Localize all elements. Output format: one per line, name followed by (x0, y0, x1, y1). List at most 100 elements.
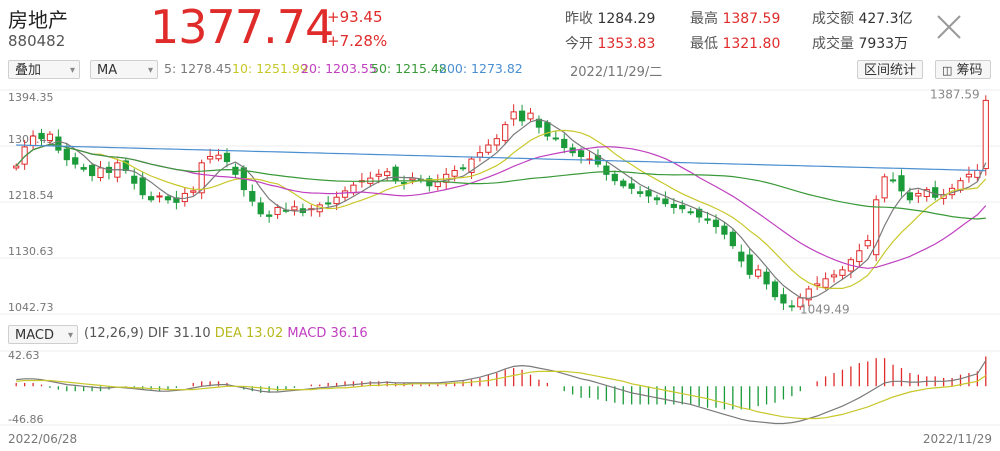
candle-body (628, 183, 635, 189)
candle-body (164, 196, 172, 201)
candle-body (274, 206, 281, 215)
dif-label: DIF (147, 326, 170, 341)
close-icon[interactable] (935, 13, 963, 41)
candle-body (611, 173, 618, 182)
candle-body (266, 214, 273, 217)
candle-body (822, 278, 829, 288)
ma-value-item: 200: 1273.82 (439, 61, 523, 76)
macd-params: (12,26,9) (84, 326, 144, 341)
candle-body (881, 176, 888, 199)
stat-label: 成交额 (812, 11, 859, 27)
candle-body (620, 180, 627, 187)
candle-body (856, 250, 863, 263)
candle-body (982, 99, 989, 170)
candle-body (350, 184, 357, 194)
stock-code: 880482 (8, 32, 66, 50)
candle-body (46, 133, 54, 142)
dif-value: 31.10 (173, 326, 211, 341)
candle-body (780, 294, 787, 304)
stat-label: 成交量 (812, 36, 859, 52)
candle-body (257, 202, 264, 215)
dif-line (16, 360, 987, 425)
stat-item: 昨收 1284.29 (565, 8, 655, 28)
candle-body (131, 175, 138, 184)
candle-body (704, 218, 711, 221)
price-tick-label: 1394.35 (8, 91, 54, 104)
candle-body (636, 191, 644, 194)
candle-body (864, 240, 871, 247)
candlestick-chart[interactable]: 1394.351306.451218.541130.631042.731387.… (0, 82, 1000, 322)
candle-body (147, 196, 155, 201)
candle-body (738, 251, 745, 262)
candle-body (139, 177, 146, 196)
dea-label: DEA (214, 326, 242, 341)
x-end-label: 2022/11/29 (922, 432, 992, 446)
stat-value: 1353.83 (597, 36, 656, 52)
candle-body (603, 165, 610, 175)
candle-body (190, 190, 197, 193)
candle-body (729, 231, 736, 247)
candle-body (55, 136, 62, 151)
candle-body (755, 269, 762, 277)
price-tick-label: 1218.54 (8, 189, 54, 202)
ma-value-item: 50: 1215.48 (371, 61, 447, 76)
ma-label: MA (97, 63, 118, 78)
stat-label: 最高 (690, 11, 723, 27)
ma-line (15, 143, 986, 220)
ma-value-item: 5: 1278.45 (164, 61, 232, 76)
macd-label: MACD (287, 326, 327, 341)
cursor-date: 2022/11/29/二 (570, 65, 663, 80)
candle-body (839, 269, 846, 276)
toggle-icon: ◫ (942, 64, 953, 77)
candle-body (746, 254, 753, 275)
ma-dropdown[interactable]: MA ▾ (90, 60, 158, 79)
candle-body (97, 167, 104, 178)
price-tick-label: 1130.63 (8, 245, 54, 258)
candle-body (712, 219, 720, 228)
candle-body (527, 112, 534, 120)
candle-body (341, 190, 349, 198)
candle-body (232, 166, 239, 175)
ma-value-item: 10: 1251.99 (232, 61, 308, 76)
overlay-label: 叠加 (15, 63, 42, 78)
candle-body (889, 179, 897, 182)
candle-body (830, 274, 838, 278)
macd-chart[interactable]: 42.63 -46.86 (0, 345, 1000, 430)
candle-body (679, 205, 686, 210)
candle-body (325, 202, 332, 205)
macd-dropdown[interactable]: MACD ▾ (8, 325, 78, 344)
stat-value: 1321.80 (722, 36, 781, 52)
range-stats-button[interactable]: 区间统计 (857, 60, 924, 79)
chevron-down-icon: ▾ (69, 65, 75, 76)
stat-item: 成交量 7933万 (812, 33, 908, 53)
candle-body (906, 192, 914, 201)
candle-body (80, 167, 87, 170)
stat-value: 7933万 (858, 36, 909, 52)
stat-item: 最高 1387.59 (690, 8, 780, 28)
candle-body (72, 157, 79, 165)
chips-label: 筹码 (956, 63, 983, 78)
dea-line (16, 370, 987, 420)
candle-body (687, 211, 694, 214)
stat-label: 最低 (690, 36, 723, 52)
price-change-pct: +7.28% (327, 32, 388, 50)
candle-body (653, 197, 661, 201)
stat-value: 1284.29 (597, 11, 656, 27)
candle-body (476, 152, 484, 158)
chevron-down-icon: ▾ (147, 65, 153, 76)
candle-body (485, 144, 492, 153)
stat-label: 昨收 (565, 11, 598, 27)
candle-body (577, 150, 585, 157)
candle-body (721, 225, 728, 235)
stat-item: 今开 1353.83 (565, 33, 655, 53)
candle-body (662, 198, 669, 205)
overlay-dropdown[interactable]: 叠加 ▾ (8, 60, 80, 79)
macd-tick-label: -46.86 (8, 413, 43, 426)
candle-body (518, 110, 526, 122)
candle-body (788, 305, 795, 308)
candle-body (965, 173, 973, 178)
x-start-label: 2022/06/28 (8, 432, 78, 446)
macd-tick-label: 42.63 (8, 349, 40, 362)
chips-button[interactable]: ◫ 筹码 (935, 60, 991, 79)
candle-body (502, 124, 509, 142)
